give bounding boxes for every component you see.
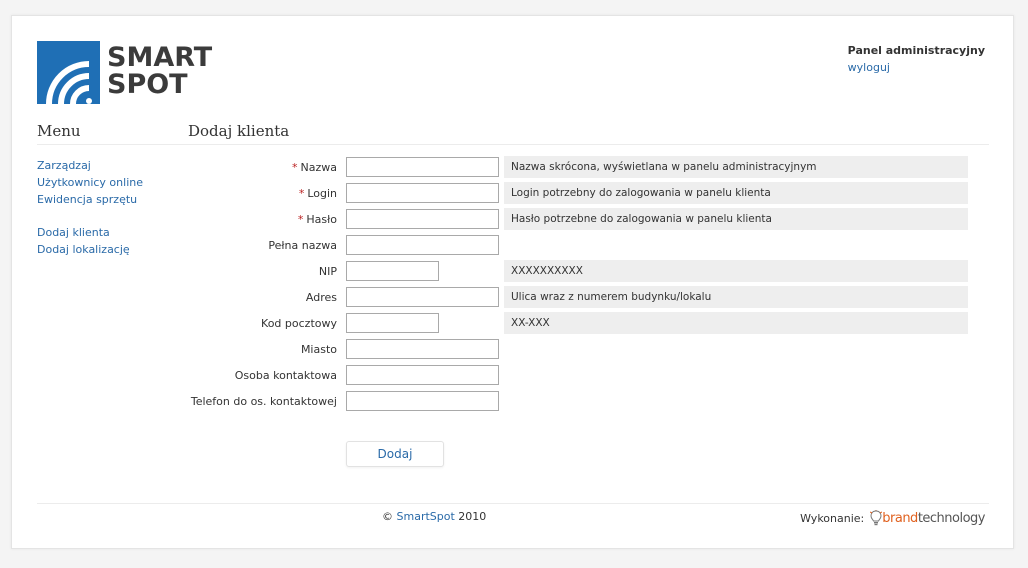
sidebar-item-online-users[interactable]: Użytkownicy online (37, 174, 177, 191)
logo-wordmark: SMART SPOT (107, 44, 212, 98)
form-row-full-name: Pełna nazwa (188, 234, 988, 258)
menu-heading: Menu (37, 122, 81, 140)
logo-line-1: SMART (107, 42, 213, 73)
postal-code-label: Kod pocztowy (261, 317, 337, 330)
page-title: Dodaj klienta (188, 122, 290, 140)
nip-input[interactable] (346, 261, 439, 281)
name-hint: Nazwa skrócona, wyświetlana w panelu adm… (504, 156, 968, 178)
logo-line-2: SPOT (107, 69, 188, 100)
copyright: © SmartSpot 2010 (382, 510, 486, 523)
contact-phone-input[interactable] (346, 391, 499, 411)
admin-panel-box: Panel administracyjny wyloguj (848, 44, 985, 74)
password-input[interactable] (346, 209, 499, 229)
address-input[interactable] (346, 287, 499, 307)
address-hint: Ulica wraz z numerem budynku/lokalu (504, 286, 968, 308)
form-row-contact-person: Osoba kontaktowa (188, 364, 988, 388)
header-divider (37, 144, 989, 145)
contact-person-label: Osoba kontaktowa (234, 369, 337, 382)
name-input[interactable] (346, 157, 499, 177)
brand-part-2: technology (917, 510, 986, 526)
required-mark: * (297, 213, 304, 226)
required-mark: * (298, 187, 305, 200)
form-row-name: * Nazwa Nazwa skrócona, wyświetlana w pan… (188, 156, 988, 180)
full-name-label: Pełna nazwa (268, 239, 337, 252)
required-mark: * (292, 161, 298, 174)
password-hint: Hasło potrzebne do zalogowania w panelu … (504, 208, 968, 230)
field-label: * Login (188, 187, 337, 200)
full-name-input[interactable] (346, 235, 499, 255)
form-row-password: * Hasło Hasło potrzebne do zalogowania w … (188, 208, 988, 232)
sidebar-menu: Zarządzaj Użytkownicy online Ewidencja s… (37, 157, 177, 258)
sidebar-item-add-location[interactable]: Dodaj lokalizację (37, 241, 177, 258)
city-input[interactable] (346, 339, 499, 359)
contact-phone-label: Telefon do os. kontaktowej (190, 395, 337, 408)
credit: Wykonanie: brand technology (800, 510, 986, 526)
field-label: * Nazwa (188, 161, 337, 174)
copyright-symbol: © (382, 510, 393, 523)
sidebar-item-manage[interactable]: Zarządzaj (37, 157, 177, 174)
wifi-signal-icon (37, 41, 100, 105)
form-row-login: * Login Login potrzebny do zalogowania w … (188, 182, 988, 206)
sidebar-item-equipment[interactable]: Ewidencja sprzętu (37, 191, 177, 208)
credit-label: Wykonanie: (800, 511, 865, 525)
panel-title: Panel administracyjny (847, 44, 985, 57)
brandtechnology-logo[interactable]: brand technology (870, 510, 986, 526)
postal-code-hint: XX-XXX (504, 312, 968, 334)
form-row-city: Miasto (188, 338, 988, 362)
login-input[interactable] (346, 183, 499, 203)
sidebar-item-add-client[interactable]: Dodaj klienta (37, 224, 177, 241)
password-label: Hasło (306, 213, 337, 226)
bulb-icon (870, 510, 883, 526)
city-label: Miasto (300, 343, 337, 356)
copyright-year: 2010 (458, 510, 487, 523)
form-row-nip: NIP XXXXXXXXXX (188, 260, 988, 284)
form-row-postal-code: Kod pocztowy XX-XXX (188, 312, 988, 336)
add-client-button[interactable]: Dodaj (346, 441, 444, 467)
smartspot-link[interactable]: SmartSpot (397, 510, 455, 523)
brand-part-1: brand (882, 510, 918, 526)
contact-person-input[interactable] (346, 365, 499, 385)
postal-code-input[interactable] (346, 313, 439, 333)
smartspot-logo[interactable]: SMART SPOT (37, 41, 212, 105)
login-label: Login (307, 187, 337, 200)
nip-label: NIP (318, 265, 337, 278)
address-label: Adres (305, 291, 337, 304)
nip-hint: XXXXXXXXXX (504, 260, 968, 282)
logout-link[interactable]: wyloguj (848, 61, 890, 74)
form-row-contact-phone: Telefon do os. kontaktowej (188, 390, 988, 414)
name-label: Nazwa (300, 161, 337, 174)
footer-divider (37, 503, 989, 504)
form-row-address: Adres Ulica wraz z numerem budynku/lokal… (188, 286, 988, 310)
login-hint: Login potrzebny do zalogowania w panelu … (504, 182, 968, 204)
field-label: * Hasło (188, 213, 337, 226)
page-container: SMART SPOT Panel administracyjny wyloguj… (11, 15, 1014, 549)
